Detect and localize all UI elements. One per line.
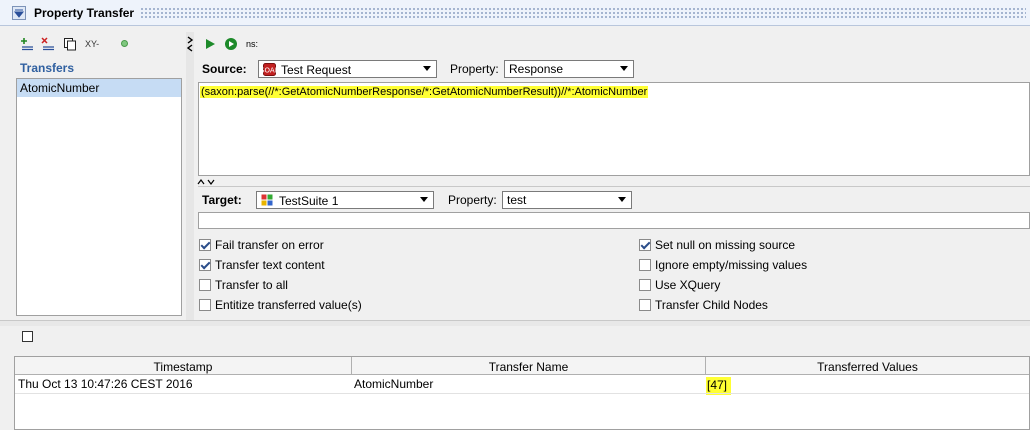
chevron-down-icon — [423, 66, 431, 71]
source-property-value: Response — [509, 62, 564, 76]
log-toggle-checkbox[interactable] — [22, 331, 33, 342]
horizontal-splitter[interactable] — [0, 320, 1030, 326]
source-property-select[interactable]: Response — [504, 60, 634, 78]
collapse-panel-icon[interactable] — [12, 6, 26, 20]
test-suite-icon — [261, 194, 273, 206]
transfers-header: Transfers — [20, 61, 75, 75]
delete-transfer-icon[interactable] — [41, 37, 55, 51]
transfer-to-all-checkbox[interactable] — [199, 279, 211, 291]
fail-on-error-label: Fail transfer on error — [215, 238, 324, 252]
source-label: Source: — [202, 62, 247, 76]
transfer-text-content-label: Transfer text content — [215, 258, 325, 272]
column-header-transferred-values[interactable]: Transferred Values — [706, 357, 1029, 375]
target-expression-input[interactable] — [198, 212, 1030, 229]
status-dot-icon — [121, 40, 128, 47]
entitize-values-checkbox[interactable] — [199, 299, 211, 311]
row-divider — [15, 393, 1029, 394]
transfer-text-content-checkbox[interactable] — [199, 259, 211, 271]
log-cell-timestamp: Thu Oct 13 10:47:26 CEST 2016 — [18, 377, 193, 391]
set-null-missing-label: Set null on missing source — [655, 238, 796, 252]
title-bar-pattern — [140, 7, 1026, 19]
svg-text:SOAP: SOAP — [263, 67, 276, 75]
transfer-child-nodes-label: Transfer Child Nodes — [655, 298, 768, 312]
chevron-down-icon — [420, 197, 428, 202]
ignore-empty-checkbox[interactable] — [639, 259, 651, 271]
target-property-select[interactable]: test — [502, 191, 632, 209]
transfer-child-nodes-checkbox[interactable] — [639, 299, 651, 311]
ignore-empty-label: Ignore empty/missing values — [655, 258, 808, 272]
vertical-splitter[interactable] — [186, 32, 194, 320]
window-title: Property Transfer — [34, 6, 135, 20]
entitize-values-label: Entitize transferred value(s) — [215, 298, 362, 312]
column-header-timestamp[interactable]: Timestamp — [15, 357, 352, 375]
use-xquery-checkbox[interactable] — [639, 279, 651, 291]
namespace-button[interactable]: ns: — [246, 39, 258, 49]
set-null-missing-checkbox[interactable] — [639, 239, 651, 251]
add-transfer-icon[interactable] — [20, 37, 34, 51]
chevron-down-icon — [620, 66, 628, 71]
test-request-icon: SOAP — [263, 63, 276, 76]
target-property-value: test — [507, 193, 527, 207]
log-cell-transfer-name: AtomicNumber — [354, 377, 434, 391]
transfer-list[interactable] — [16, 78, 182, 316]
target-step-value: TestSuite 1 — [279, 194, 339, 208]
transfer-list-item[interactable]: AtomicNumber — [17, 79, 181, 97]
use-xquery-label: Use XQuery — [655, 278, 721, 292]
source-step-select[interactable]: SOAP Test Request — [258, 60, 437, 78]
run-all-icon[interactable] — [224, 37, 238, 51]
copy-transfer-icon[interactable] — [63, 37, 77, 51]
run-icon[interactable] — [204, 38, 216, 50]
title-bar — [0, 0, 1030, 26]
transfer-to-all-label: Transfer to all — [215, 278, 288, 292]
collapse-expand-icon[interactable] — [197, 178, 217, 186]
source-property-label: Property: — [450, 62, 499, 76]
chevron-down-icon — [618, 197, 626, 202]
target-label: Target: — [202, 193, 242, 207]
rename-transfer-button[interactable]: XY- — [85, 39, 99, 55]
splitter-arrows-icon[interactable] — [187, 36, 194, 52]
source-step-value: Test Request — [281, 63, 352, 77]
target-step-select[interactable]: TestSuite 1 — [256, 191, 434, 209]
source-expression-text: (saxon:parse(//*:GetAtomicNumberResponse… — [200, 86, 649, 98]
section-divider — [198, 186, 1030, 187]
fail-on-error-checkbox[interactable] — [199, 239, 211, 251]
target-property-label: Property: — [448, 193, 497, 207]
column-header-transfer-name[interactable]: Transfer Name — [352, 357, 706, 375]
